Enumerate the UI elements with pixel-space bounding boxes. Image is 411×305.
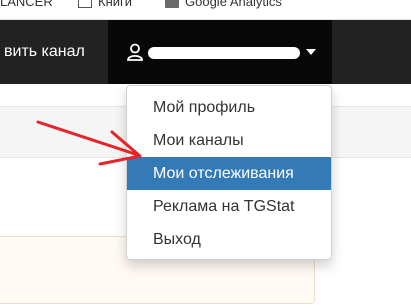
- add-channel-label: вить канал: [4, 43, 85, 60]
- bookmark-books[interactable]: Книги: [78, 0, 132, 9]
- bookmarks-bar: LANCER Книги Google Analytics: [0, 0, 411, 20]
- menu-item-my-channels[interactable]: Мои каналы: [127, 124, 331, 157]
- caret-down-icon: [306, 49, 316, 55]
- top-navbar: вить канал ●●●●●●●●●●●●●: [0, 20, 411, 84]
- user-menu-toggle[interactable]: ●●●●●●●●●●●●●: [108, 20, 332, 84]
- menu-item-logout[interactable]: Выход: [127, 223, 331, 256]
- menu-item-advertising[interactable]: Реклама на TGStat: [127, 190, 331, 223]
- page: LANCER Книги Google Analytics вить канал…: [0, 0, 411, 305]
- user-name: ●●●●●●●●●●●●●: [148, 43, 300, 61]
- bookmark-label: Google Analytics: [185, 0, 282, 9]
- menu-item-profile[interactable]: Мой профиль: [127, 91, 331, 124]
- add-channel-link[interactable]: вить канал: [0, 20, 108, 84]
- redaction-mark: [148, 47, 300, 59]
- bookmark-label: LANCER: [0, 0, 53, 9]
- analytics-icon: [165, 0, 179, 8]
- bookmark-label: Книги: [98, 0, 133, 9]
- menu-item-my-tracking[interactable]: Мои отслеживания: [127, 157, 331, 190]
- user-icon: [127, 43, 143, 61]
- bookmark-lancer[interactable]: LANCER: [0, 0, 53, 9]
- bookmark-google-analytics[interactable]: Google Analytics: [165, 0, 282, 9]
- user-dropdown-menu: Мой профиль Мои каналы Мои отслеживания …: [126, 85, 332, 260]
- folder-icon: [78, 0, 92, 8]
